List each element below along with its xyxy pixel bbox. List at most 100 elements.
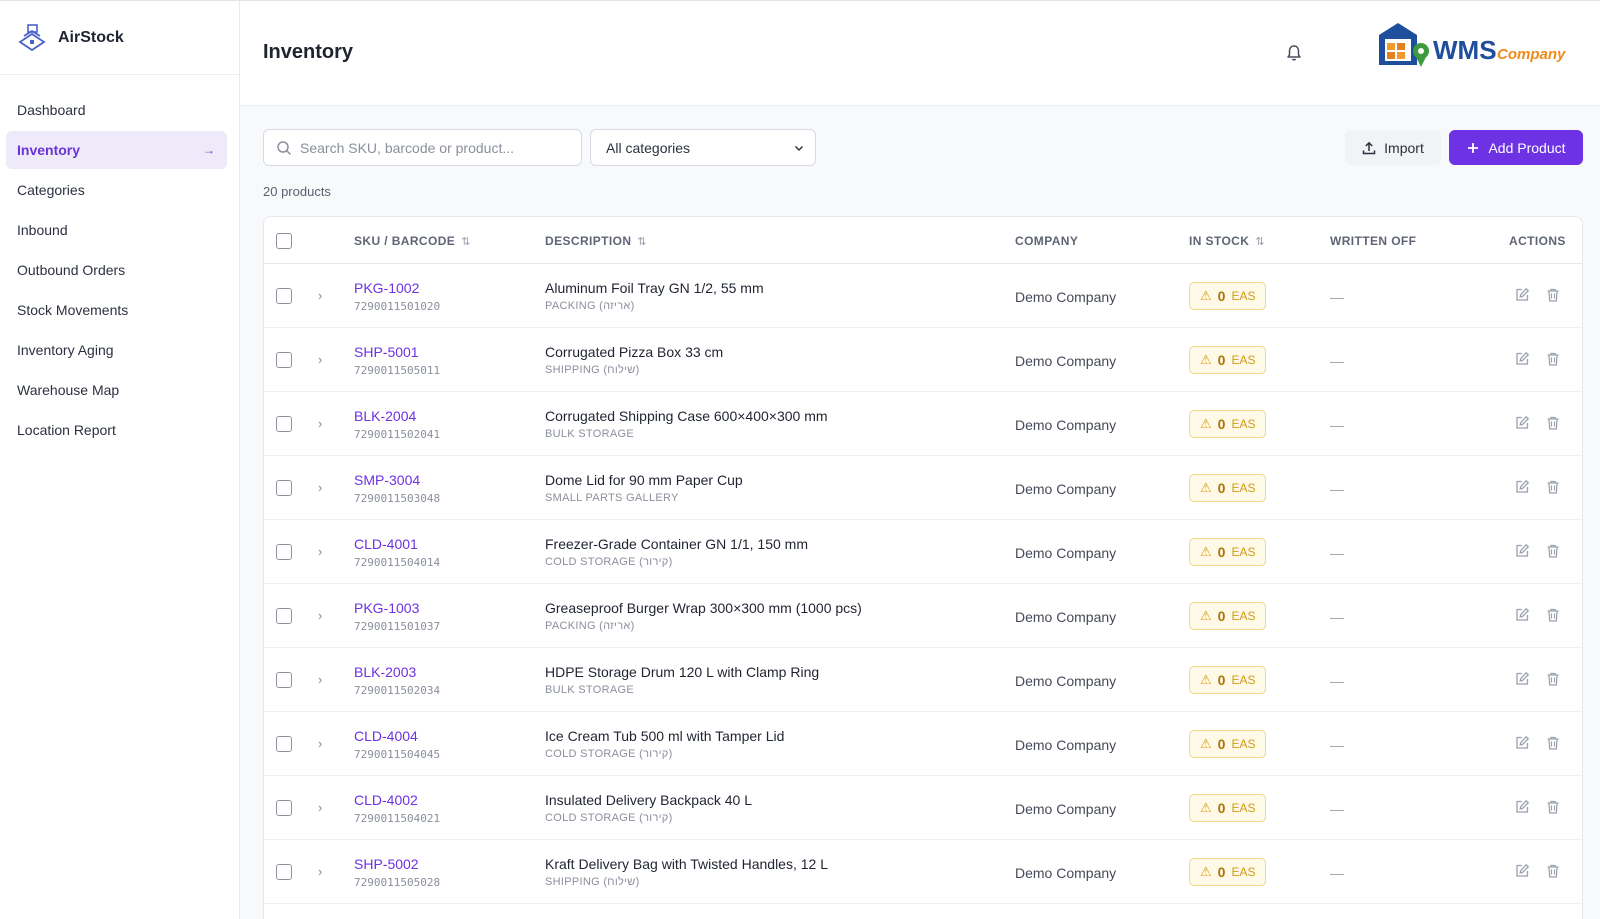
chevron-right-icon[interactable]: › [318,800,322,815]
trash-icon[interactable] [1545,479,1561,495]
chevron-right-icon[interactable]: › [318,608,322,623]
select-all-checkbox[interactable] [276,233,292,249]
warning-icon: ⚠ [1200,416,1212,431]
table-row: › CLD-4004 7290011504045 Ice Cream Tub 5… [264,712,1582,776]
chevron-right-icon[interactable]: › [318,736,322,751]
column-header-in-stock[interactable]: IN STOCK ⇅ [1189,234,1265,248]
product-description: Greaseproof Burger Wrap 300×300 mm (1000… [545,600,862,616]
edit-icon[interactable] [1514,543,1530,559]
edit-icon[interactable] [1514,735,1530,751]
trash-icon[interactable] [1545,415,1561,431]
table-row: › CLD-4002 7290011504021 Insulated Deliv… [264,776,1582,840]
chevron-right-icon[interactable]: › [318,416,322,431]
row-checkbox[interactable] [276,608,292,624]
table-row: › PKG-1002 7290011501020 Aluminum Foil T… [264,264,1582,328]
chevron-right-icon[interactable]: › [318,480,322,495]
upload-icon [1362,141,1376,154]
warning-icon: ⚠ [1200,864,1212,879]
edit-icon[interactable] [1514,351,1530,367]
row-checkbox[interactable] [276,736,292,752]
column-header-sku[interactable]: SKU / BARCODE ⇅ [354,234,471,248]
table-row: › BLK-2003 7290011502034 HDPE Storage Dr… [264,648,1582,712]
column-header-label: DESCRIPTION [545,234,632,248]
product-description: Corrugated Pizza Box 33 cm [545,344,724,360]
edit-icon[interactable] [1514,863,1530,879]
table-row: › BLK-2004 7290011502041 Corrugated Ship… [264,392,1582,456]
chevron-right-icon[interactable]: › [318,352,322,367]
sidebar-item-warehouse-map[interactable]: Warehouse Map [6,371,227,409]
warning-icon: ⚠ [1200,544,1212,559]
warning-icon: ⚠ [1200,736,1212,751]
import-button[interactable]: Import [1345,130,1441,165]
edit-icon[interactable] [1514,479,1530,495]
barcode: 7290011502034 [354,684,441,697]
product-category: SHIPPING (שילוח) [545,364,640,376]
chevron-right-icon[interactable]: › [318,864,322,879]
chevron-right-icon[interactable]: › [318,288,322,303]
wms-logo-subtext: Company [1497,46,1566,63]
row-checkbox[interactable] [276,288,292,304]
edit-icon[interactable] [1514,671,1530,687]
written-off-value: — [1330,289,1344,305]
sku-link[interactable]: SHP-5001 [354,344,419,360]
chevron-right-icon[interactable]: › [318,544,322,559]
table-row: › SHP-5002 7290011505028 Kraft Delivery … [264,840,1582,904]
edit-icon[interactable] [1514,607,1530,623]
warning-icon: ⚠ [1200,608,1212,623]
edit-icon[interactable] [1514,287,1530,303]
bell-icon[interactable] [1284,43,1304,63]
trash-icon[interactable] [1545,287,1561,303]
trash-icon[interactable] [1545,351,1561,367]
stock-value: 0 [1217,800,1226,816]
sku-link[interactable]: CLD-4001 [354,536,418,552]
search-input[interactable] [300,139,560,156]
barcode: 7290011504021 [354,812,441,825]
sku-link[interactable]: PKG-1002 [354,280,419,296]
sidebar-item-inbound[interactable]: Inbound [6,211,227,249]
edit-icon[interactable] [1514,415,1530,431]
category-select[interactable]: All categories [590,129,816,166]
sidebar-item-label: Stock Movements [17,302,129,318]
row-checkbox[interactable] [276,352,292,368]
row-checkbox[interactable] [276,416,292,432]
row-checkbox[interactable] [276,544,292,560]
sidebar-item-inventory-aging[interactable]: Inventory Aging [6,331,227,369]
row-checkbox[interactable] [276,672,292,688]
sidebar-item-dashboard[interactable]: Dashboard [6,91,227,129]
sku-link[interactable]: SHP-5002 [354,856,419,872]
warning-icon: ⚠ [1200,288,1212,303]
sku-link[interactable]: PKG-1003 [354,600,419,616]
add-product-button[interactable]: Add Product [1449,130,1583,165]
written-off-value: — [1330,353,1344,369]
stock-badge: ⚠ 0 EAS [1189,538,1267,566]
sku-link[interactable]: CLD-4002 [354,792,418,808]
sku-link[interactable]: SMP-3004 [354,472,420,488]
row-checkbox[interactable] [276,800,292,816]
sku-link[interactable]: BLK-2004 [354,408,416,424]
row-checkbox[interactable] [276,864,292,880]
sku-link[interactable]: BLK-2003 [354,664,416,680]
trash-icon[interactable] [1545,607,1561,623]
page-title: Inventory [263,41,354,63]
sidebar-item-location-report[interactable]: Location Report [6,411,227,449]
trash-icon[interactable] [1545,543,1561,559]
sku-link[interactable]: CLD-4004 [354,728,418,744]
row-checkbox[interactable] [276,480,292,496]
search-box[interactable] [263,129,582,166]
sidebar-item-stock-movements[interactable]: Stock Movements [6,291,227,329]
sidebar-item-outbound-orders[interactable]: Outbound Orders [6,251,227,289]
trash-icon[interactable] [1545,799,1561,815]
trash-icon[interactable] [1545,671,1561,687]
edit-icon[interactable] [1514,799,1530,815]
stock-value: 0 [1217,288,1226,304]
column-header-description[interactable]: DESCRIPTION ⇅ [545,234,647,248]
trash-icon[interactable] [1545,863,1561,879]
chevron-right-icon[interactable]: › [318,672,322,687]
brand[interactable]: AirStock [0,1,239,75]
sidebar-item-label: Dashboard [17,102,86,118]
sidebar-item-categories[interactable]: Categories [6,171,227,209]
sidebar-item-inventory[interactable]: Inventory → [6,131,227,169]
trash-icon[interactable] [1545,735,1561,751]
sidebar-nav: Dashboard Inventory → Categories Inbound … [0,75,239,449]
column-header-company: COMPANY [1015,234,1078,248]
